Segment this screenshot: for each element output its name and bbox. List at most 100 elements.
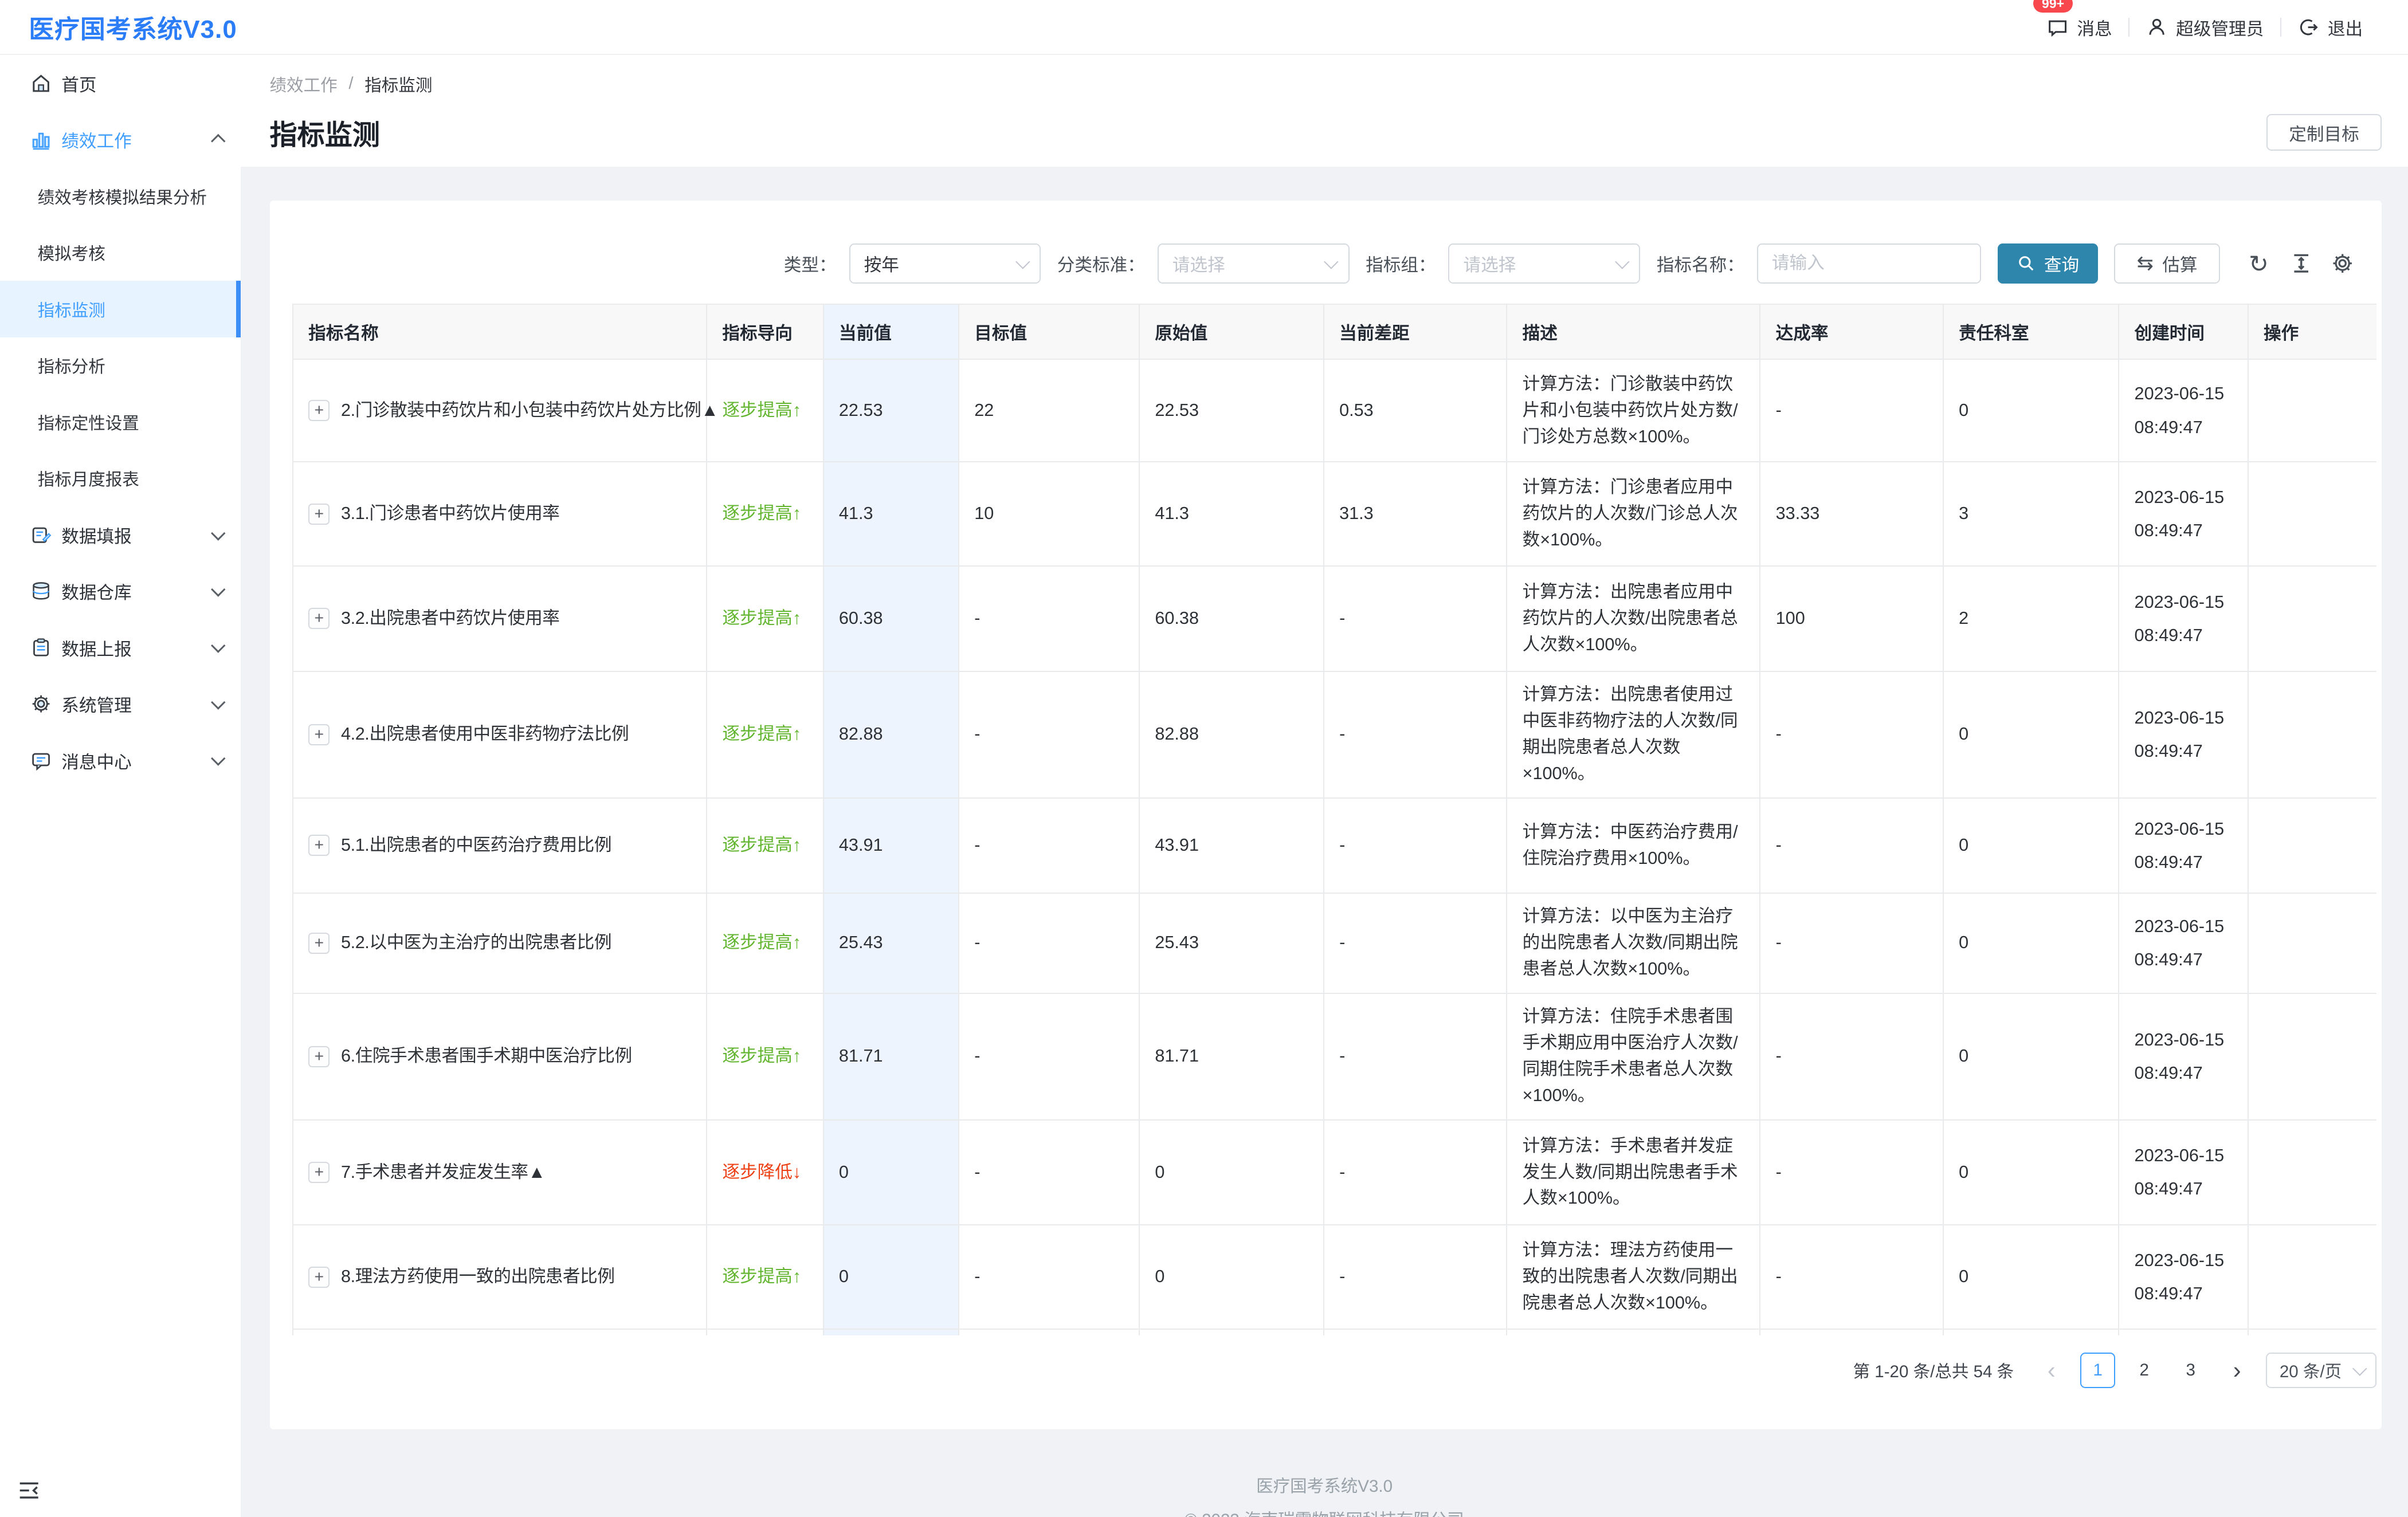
settings-gear-icon[interactable] xyxy=(2331,252,2354,274)
category-select[interactable]: 请选择 xyxy=(1158,243,1350,284)
indicator-direction: 逐步提高↑ xyxy=(722,608,801,628)
logout-button[interactable]: 退出 xyxy=(2281,14,2379,40)
pagination-next-button[interactable]: › xyxy=(2219,1353,2254,1388)
sidebar-subitem-indicator-monthly-report[interactable]: 指标月度报表 xyxy=(0,450,241,506)
breadcrumb-parent[interactable]: 绩效工作 xyxy=(270,72,338,96)
row-expand-button[interactable]: + xyxy=(308,1162,330,1183)
col-actions: 操作 xyxy=(2248,304,2377,359)
swap-arrows-icon: ⇆ xyxy=(2137,253,2154,273)
sidebar-subitem-result-analysis[interactable]: 绩效考核模拟结果分析 xyxy=(0,168,241,224)
row-expand-button[interactable]: + xyxy=(308,1046,330,1067)
customize-target-button[interactable]: 定制目标 xyxy=(2266,114,2382,150)
original-value: 41.3 xyxy=(1139,462,1324,566)
bar-chart-icon xyxy=(30,129,52,150)
row-expand-button[interactable]: + xyxy=(308,835,330,856)
sidebar-item-data-filling[interactable]: 数据填报 xyxy=(0,506,241,563)
user-menu[interactable]: 超级管理员 xyxy=(2129,14,2280,40)
sidebar-subitem-indicator-monitoring[interactable]: 指标监测 xyxy=(0,281,241,337)
sidebar-item-label: 数据仓库 xyxy=(61,578,132,604)
created-time: 2023-06-1508:49:47 xyxy=(2119,798,2248,893)
indicator-name-input[interactable] xyxy=(1757,243,1982,284)
chevron-down-icon xyxy=(1324,254,1339,269)
sidebar-subitem-indicator-analysis[interactable]: 指标分析 xyxy=(0,337,241,394)
col-responsible-dept: 责任科室 xyxy=(1943,304,2119,359)
pagination-page-1[interactable]: 1 xyxy=(2080,1353,2115,1388)
sidebar-item-performance[interactable]: 绩效工作 xyxy=(0,112,241,168)
sidebar-subitem-label: 指标定性设置 xyxy=(38,410,139,434)
sidebar-subitem-indicator-qualitative[interactable]: 指标定性设置 xyxy=(0,394,241,450)
description: 计算方法：中医药治疗费用/住院治疗费用×100%。 xyxy=(1507,798,1760,893)
description: 计算方法：以中医为主治疗的出院患者人次数/同期出院患者总人次数×100%。 xyxy=(1507,893,1760,993)
pagination-page-2[interactable]: 2 xyxy=(2127,1353,2162,1388)
type-select-value: 按年 xyxy=(864,250,899,276)
sidebar-subitem-label: 绩效考核模拟结果分析 xyxy=(38,184,207,209)
row-expand-button[interactable]: + xyxy=(308,724,330,745)
description: 计算方法：出院患者使用过中医非药物疗法的人次数/同期出院患者总人次数×100%。 xyxy=(1507,671,1760,798)
indicator-name: 5.1.出院患者的中医药治疗费用比例 xyxy=(341,832,611,859)
sidebar-item-system-management[interactable]: 系统管理 xyxy=(0,675,241,732)
sidebar-item-data-reporting[interactable]: 数据上报 xyxy=(0,619,241,675)
message-count-badge: 99+ xyxy=(2033,0,2073,13)
page-title: 指标监测 xyxy=(270,112,381,152)
achievement-rate: - xyxy=(1760,1329,1943,1335)
indicator-group-select[interactable]: 请选择 xyxy=(1448,243,1640,284)
breadcrumb-separator: / xyxy=(348,74,353,93)
message-menu[interactable]: 99+ 消息 xyxy=(2030,14,2128,40)
indicator-direction: 逐步提高↑ xyxy=(722,933,801,952)
original-value: 82.88 xyxy=(1139,671,1324,798)
row-actions xyxy=(2248,359,2377,462)
row-actions xyxy=(2248,462,2377,566)
original-value: 0 xyxy=(1139,1225,1324,1329)
database-icon xyxy=(30,580,52,602)
filter-bar: 类型： 按年 分类标准： 请选择 指标组： xyxy=(292,201,2376,303)
name-filter-label: 指标名称： xyxy=(1657,250,1744,276)
sidebar-subitem-mock-assessment[interactable]: 模拟考核 xyxy=(0,225,241,281)
row-actions xyxy=(2248,893,2377,993)
achievement-rate: 33.33 xyxy=(1760,462,1943,566)
footer-copyright: © 2023 海南瑞霖物联网科技有限公司 xyxy=(241,1503,2408,1517)
pagination-prev-button[interactable]: ‹ xyxy=(2034,1353,2069,1388)
message-label: 消息 xyxy=(2077,14,2112,40)
row-expand-button[interactable]: + xyxy=(308,504,330,525)
indicator-direction: 逐步提高↑ xyxy=(722,1046,801,1066)
sidebar-item-home[interactable]: 首页 xyxy=(0,55,241,111)
table-header-row: 指标名称 指标导向 当前值 目标值 原始值 当前差距 描述 达成率 责任科室 创… xyxy=(293,304,2376,359)
type-filter-label: 类型： xyxy=(784,250,837,276)
indicator-direction: 逐步提高↑ xyxy=(722,724,801,744)
sidebar-subitem-label: 模拟考核 xyxy=(38,240,105,265)
row-expand-button[interactable]: + xyxy=(308,608,330,629)
achievement-rate: - xyxy=(1760,359,1943,462)
row-height-icon[interactable] xyxy=(2290,252,2312,274)
type-select[interactable]: 按年 xyxy=(849,243,1041,284)
row-expand-button[interactable]: + xyxy=(308,1267,330,1288)
achievement-rate: - xyxy=(1760,993,1943,1120)
topbar-right: 99+ 消息 超级管理员 退出 xyxy=(2030,14,2379,40)
logout-label: 退出 xyxy=(2328,14,2363,40)
responsible-dept: 0 xyxy=(1943,798,2119,893)
sidebar-item-message-center[interactable]: 消息中心 xyxy=(0,732,241,788)
responsible-dept: 0 xyxy=(1943,893,2119,993)
col-description: 描述 xyxy=(1507,304,1760,359)
indicator-name: 5.2.以中医为主治疗的出院患者比例 xyxy=(341,930,611,956)
sidebar-collapse-icon[interactable] xyxy=(18,1479,40,1502)
table-body: +2.门诊散装中药饮片和小包装中药饮片处方比例▲逐步提高↑22.532222.5… xyxy=(293,359,2376,1335)
refresh-icon[interactable]: ↻ xyxy=(2249,252,2271,274)
row-actions xyxy=(2248,1120,2377,1225)
search-button[interactable]: 查询 xyxy=(1998,243,2098,284)
pagination-page-3[interactable]: 3 xyxy=(2173,1353,2208,1388)
footer-app-name: 医疗国考系统V3.0 xyxy=(241,1469,2408,1503)
created-time: 2023-06-1508:49:47 xyxy=(2119,993,2248,1120)
current-value: 25.43 xyxy=(823,893,959,993)
original-value: 0 xyxy=(1139,1120,1324,1225)
created-time: 2023-06-1508:49:47 xyxy=(2119,1329,2248,1335)
page-size-select[interactable]: 20 条/页 xyxy=(2266,1353,2376,1388)
achievement-rate: - xyxy=(1760,1120,1943,1225)
sidebar-item-data-warehouse[interactable]: 数据仓库 xyxy=(0,563,241,619)
row-expand-button[interactable]: + xyxy=(308,933,330,954)
current-value: 43.91 xyxy=(823,798,959,893)
chevron-down-icon xyxy=(211,695,225,709)
estimate-button[interactable]: ⇆ 估算 xyxy=(2114,243,2219,284)
row-expand-button[interactable]: + xyxy=(308,400,330,421)
target-value: - xyxy=(959,1120,1139,1225)
col-target-value: 目标值 xyxy=(959,304,1139,359)
